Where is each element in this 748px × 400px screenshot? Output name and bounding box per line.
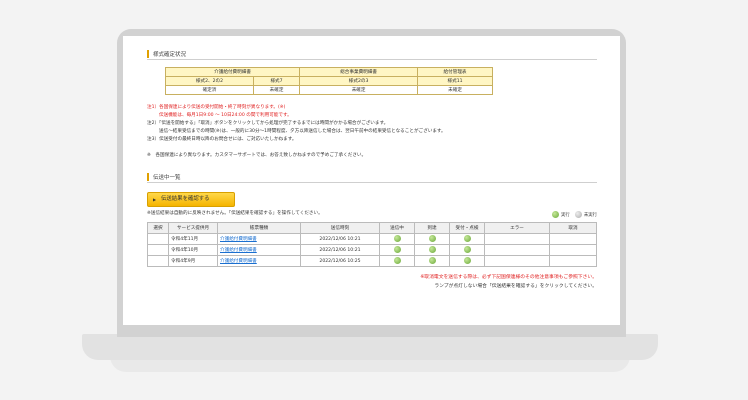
confirm-results-label: 伝送結果を確認する [161, 196, 210, 202]
form-type-link[interactable]: 介護給付費明細書 [220, 259, 257, 264]
confirm-note-row: ※送信結果は自動的に反映されません。「伝送結果を確認する」を操作してください。 … [147, 209, 597, 220]
status-group-header: 介護給付費明細書 [164, 67, 301, 77]
table-row: 令和4年10月 介護給付費明細書 2022/12/06 10:21 [147, 244, 597, 256]
note-1b: 伝送機能は、毎月1日9:00 ～ 10日24:00 の間で利用可能です。 [159, 113, 292, 118]
status-sub-header: 様式7 [252, 76, 301, 86]
lamp-off-icon [574, 211, 582, 218]
col-header: 到達 [414, 222, 450, 234]
status-value: 未確定 [252, 85, 301, 95]
status-group-header: 給付管理表 [417, 67, 493, 77]
note-4: ※ 各国保連により異なります。カスタマーサポートでは、お答え致しかねますので予め… [147, 153, 367, 158]
row-error-cell [484, 233, 550, 245]
footer-note-2: ランプが点灯しない場合「伝送結果を確認する」をクリックしてください。 [434, 284, 597, 289]
row-cancel-cell[interactable] [549, 233, 597, 245]
status-lamp-icon [428, 234, 436, 242]
note-2: 注2）「伝送を開始する」「取消」ボタンをクリックしてから処理が完了するまでには時… [147, 121, 389, 126]
row-cancel-cell[interactable] [549, 244, 597, 256]
form-type-link[interactable]: 介護給付費明細書 [220, 237, 257, 242]
note-2b: 送信〜結果受信までの時間(※)は、一般的に30分〜1時間程度、夕方以降送信した場… [159, 129, 446, 134]
status-value: 未確定 [299, 85, 419, 95]
status-sub-header: 様式11 [417, 76, 493, 86]
form-type-link[interactable]: 介護給付費明細書 [220, 248, 257, 253]
footer-note-1: ※取消電文を送信する際は、必ず下記国保連様のその他注意事項もご参照下さい。 [420, 275, 597, 280]
section-header-transmitting: 伝送中一覧 [147, 172, 597, 183]
page-content: 様式確定状況 介護給付費明細書 総合事業費明細書 給付管理表 様式2、2の2 様… [147, 49, 597, 291]
status-table: 介護給付費明細書 総合事業費明細書 給付管理表 様式2、2の2 様式7 様式2の… [164, 67, 493, 95]
row-error-cell [484, 255, 550, 267]
section-accent-bar [147, 50, 149, 58]
row-sent-time: 2022/12/06 10:21 [300, 233, 380, 245]
col-header: 送信時刻 [300, 222, 380, 234]
lamp-on-icon [552, 211, 560, 218]
status-lamp-icon [463, 256, 471, 264]
col-header: 帳票種類 [217, 222, 301, 234]
col-header: エラー [484, 222, 550, 234]
notes-block: 注1）各国保連により伝送の受付開始・終了時刻が異なります。(※) 伝送機能は、毎… [147, 104, 597, 160]
row-select-cell[interactable] [147, 255, 169, 267]
status-sub-header: 様式2の3 [299, 76, 419, 86]
status-lamp-icon [393, 234, 401, 242]
section-title: 伝送中一覧 [153, 175, 181, 181]
legend-not-done-label: 未実行 [583, 212, 597, 218]
col-header: サービス提供月 [168, 222, 218, 234]
transmission-table: 選択 サービス提供月 帳票種類 送信時刻 送信中 到達 受付・点検 エラー 取消… [147, 222, 597, 267]
row-month: 令和4年11月 [168, 233, 218, 245]
note-1: 注1）各国保連により伝送の受付開始・終了時刻が異なります。(※) [147, 105, 286, 110]
laptop-screen: 様式確定状況 介護給付費明細書 総合事業費明細書 給付管理表 様式2、2の2 様… [123, 36, 620, 325]
status-value: 未確定 [417, 85, 493, 95]
status-lamp-icon [428, 256, 436, 264]
row-select-cell[interactable] [147, 244, 169, 256]
section-title: 様式確定状況 [153, 52, 187, 58]
row-sent-time: 2022/12/06 10:25 [300, 255, 380, 267]
confirm-results-button[interactable]: ▶ 伝送結果を確認する [147, 192, 235, 207]
row-select-cell[interactable] [147, 233, 169, 245]
col-header: 受付・点検 [449, 222, 485, 234]
row-cancel-cell[interactable] [549, 255, 597, 267]
row-sent-time: 2022/12/06 10:21 [300, 244, 380, 256]
footer-notes: ※取消電文を送信する際は、必ず下記国保連様のその他注意事項もご参照下さい。 ラン… [147, 273, 597, 291]
status-lamp-icon [463, 234, 471, 242]
legend: 実行 未実行 [552, 211, 597, 218]
status-group-header: 総合事業費明細書 [299, 67, 419, 77]
status-lamp-icon [393, 245, 401, 253]
confirm-note: ※送信結果は自動的に反映されません。「伝送結果を確認する」を操作してください。 [147, 211, 323, 216]
section-header-status: 様式確定状況 [147, 49, 597, 60]
status-lamp-icon [428, 245, 436, 253]
row-error-cell [484, 244, 550, 256]
table-header-row: 選択 サービス提供月 帳票種類 送信時刻 送信中 到達 受付・点検 エラー 取消 [147, 222, 597, 234]
col-header: 選択 [147, 222, 169, 234]
table-row: 令和4年11月 介護給付費明細書 2022/12/06 10:21 [147, 233, 597, 245]
col-header: 取消 [549, 222, 597, 234]
status-sub-header: 様式2、2の2 [165, 76, 254, 86]
status-lamp-icon [463, 245, 471, 253]
status-lamp-icon [393, 256, 401, 264]
col-header: 送信中 [379, 222, 415, 234]
section-accent-bar [147, 173, 149, 181]
laptop-base [82, 334, 658, 360]
row-month: 令和4年10月 [168, 244, 218, 256]
table-row: 令和4年9月 介護給付費明細書 2022/12/06 10:25 [147, 255, 597, 267]
row-month: 令和4年9月 [168, 255, 218, 267]
arrow-right-icon: ▶ [153, 197, 157, 202]
status-value: 確定済 [165, 85, 254, 95]
legend-done-label: 実行 [561, 212, 570, 218]
note-3: 注3）伝送受付の最終日時以降のお問合せには、ご対応いたしかねます。 [147, 137, 297, 142]
